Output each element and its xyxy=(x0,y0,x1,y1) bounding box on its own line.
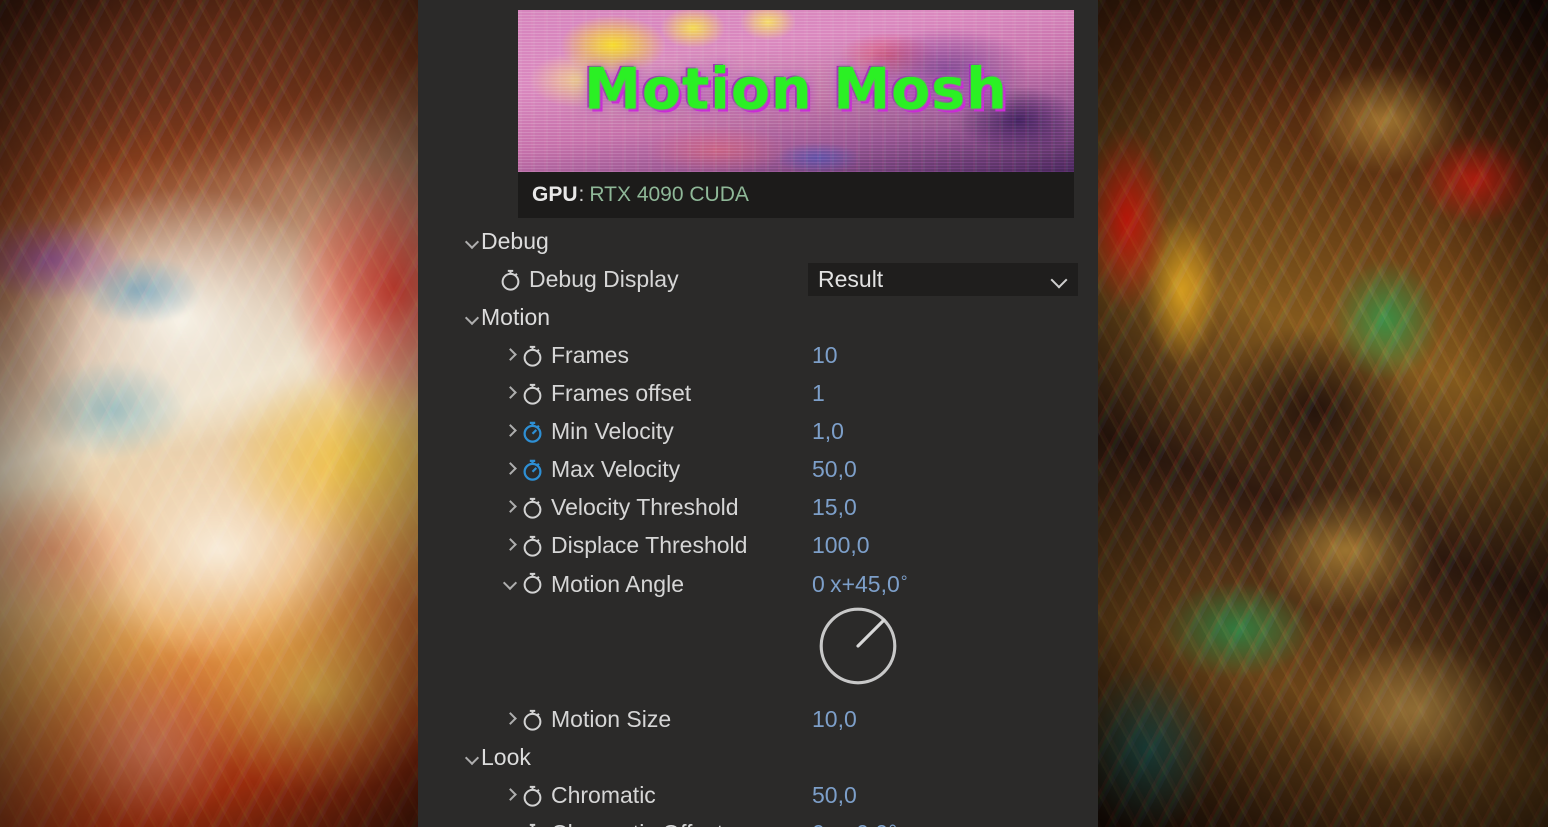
gpu-separator: : xyxy=(578,183,585,206)
property-row-chromatic-offset[interactable]: Chromatic Offset 0 x+0,0° xyxy=(418,814,1098,827)
debug-display-dropdown[interactable]: Result xyxy=(808,263,1078,296)
property-row-min-velocity[interactable]: Min Velocity 1,0 xyxy=(418,412,1098,450)
property-label-velocity-threshold: Velocity Threshold xyxy=(551,493,739,520)
property-value-frames-offset[interactable]: 1 xyxy=(812,380,825,407)
chevron-right-icon[interactable] xyxy=(502,461,519,478)
group-header-look[interactable]: Look xyxy=(418,738,1098,776)
stopwatch-icon[interactable] xyxy=(519,494,546,521)
gpu-value: RTX 4090 CUDA xyxy=(589,183,749,206)
background-art-right xyxy=(1096,0,1548,827)
chevron-right-icon[interactable] xyxy=(502,537,519,554)
property-label-frames: Frames xyxy=(551,341,629,368)
property-row-motion-angle[interactable]: Motion Angle 0 x+45,0° xyxy=(418,564,1098,700)
stopwatch-icon[interactable] xyxy=(519,569,546,596)
twisty-placeholder xyxy=(480,271,497,288)
group-label-motion: Motion xyxy=(481,303,551,330)
chevron-down-icon[interactable] xyxy=(464,749,481,766)
debug-display-value: Result xyxy=(818,266,884,292)
vignette-right xyxy=(1096,0,1548,827)
chevron-down-icon[interactable] xyxy=(1050,271,1068,289)
property-label-motion-size: Motion Size xyxy=(551,705,672,732)
chevron-down-icon[interactable] xyxy=(464,309,481,326)
chevron-down-icon[interactable] xyxy=(464,233,481,250)
property-row-displace-threshold[interactable]: Displace Threshold 100,0 xyxy=(418,526,1098,564)
chevron-right-icon[interactable] xyxy=(502,787,519,804)
property-row-frames[interactable]: Frames 10 xyxy=(418,336,1098,374)
motion-angle-revolutions: 0 xyxy=(812,571,825,597)
property-label-chromatic-offset: Chromatic Offset xyxy=(551,820,723,827)
property-value-frames[interactable]: 10 xyxy=(812,342,838,369)
effect-controls-panel: Motion Mosh GPU: RTX 4090 CUDA Debug Debu… xyxy=(418,0,1098,827)
vignette-left xyxy=(0,0,420,827)
property-list: Debug Debug Display Result Motion Frames… xyxy=(418,222,1098,827)
property-value-motion-angle[interactable]: 0 x+45,0° xyxy=(812,571,908,598)
motion-angle-degrees: 45,0 xyxy=(855,571,900,597)
stopwatch-icon-active[interactable] xyxy=(519,456,546,483)
angle-dial-needle[interactable] xyxy=(856,618,886,648)
gpu-info-strip: GPU: RTX 4090 CUDA xyxy=(518,172,1074,218)
chevron-right-icon[interactable] xyxy=(502,347,519,364)
stopwatch-icon[interactable] xyxy=(497,266,524,293)
property-label-debug-display: Debug Display xyxy=(529,265,679,292)
property-row-frames-offset[interactable]: Frames offset 1 xyxy=(418,374,1098,412)
property-row-chromatic[interactable]: Chromatic 50,0 xyxy=(418,776,1098,814)
chevron-right-icon[interactable] xyxy=(502,423,519,440)
stopwatch-icon-active[interactable] xyxy=(519,418,546,445)
stopwatch-icon[interactable] xyxy=(519,820,546,827)
chevron-down-icon[interactable] xyxy=(502,574,519,591)
motion-angle-x: x+ xyxy=(830,571,856,597)
plugin-banner: Motion Mosh xyxy=(518,10,1074,172)
property-value-displace-threshold[interactable]: 100,0 xyxy=(812,532,870,559)
property-value-max-velocity[interactable]: 50,0 xyxy=(812,456,857,483)
group-label-look: Look xyxy=(481,743,531,770)
property-label-chromatic: Chromatic xyxy=(551,781,656,808)
stopwatch-icon[interactable] xyxy=(519,782,546,809)
property-value-velocity-threshold[interactable]: 15,0 xyxy=(812,494,857,521)
chevron-right-icon[interactable] xyxy=(502,385,519,402)
property-value-min-velocity[interactable]: 1,0 xyxy=(812,418,844,445)
group-label-debug: Debug xyxy=(481,227,549,254)
chevron-right-icon[interactable] xyxy=(502,711,519,728)
property-label-displace-threshold: Displace Threshold xyxy=(551,531,748,558)
property-value-chromatic[interactable]: 50,0 xyxy=(812,782,857,809)
stopwatch-icon[interactable] xyxy=(519,380,546,407)
plugin-title: Motion Mosh xyxy=(584,56,1008,123)
chevron-right-icon[interactable] xyxy=(502,499,519,516)
group-header-debug[interactable]: Debug xyxy=(418,222,1098,260)
angle-dial-control[interactable] xyxy=(812,600,904,692)
property-row-debug-display[interactable]: Debug Display Result xyxy=(418,260,1098,298)
property-row-velocity-threshold[interactable]: Velocity Threshold 15,0 xyxy=(418,488,1098,526)
property-value-chromatic-offset[interactable]: 0 x+0,0° xyxy=(812,820,897,827)
group-header-motion[interactable]: Motion xyxy=(418,298,1098,336)
stopwatch-icon[interactable] xyxy=(519,342,546,369)
gpu-label: GPU xyxy=(532,183,578,206)
property-row-max-velocity[interactable]: Max Velocity 50,0 xyxy=(418,450,1098,488)
property-label-max-velocity: Max Velocity xyxy=(551,455,681,482)
background-art-left xyxy=(0,0,420,827)
property-row-motion-size[interactable]: Motion Size 10,0 xyxy=(418,700,1098,738)
stopwatch-icon[interactable] xyxy=(519,706,546,733)
stopwatch-icon[interactable] xyxy=(519,532,546,559)
property-label-frames-offset: Frames offset xyxy=(551,379,692,406)
screenshot-stage: Motion Mosh GPU: RTX 4090 CUDA Debug Debu… xyxy=(0,0,1548,827)
property-label-min-velocity: Min Velocity xyxy=(551,417,674,444)
motion-angle-degree-symbol: ° xyxy=(900,572,908,591)
property-value-motion-size[interactable]: 10,0 xyxy=(812,706,857,733)
property-label-motion-angle: Motion Angle xyxy=(551,571,684,597)
